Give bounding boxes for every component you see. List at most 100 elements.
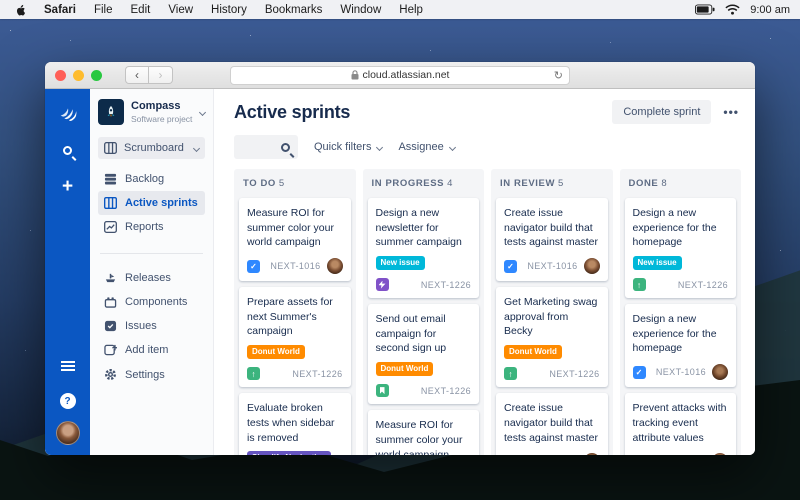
browser-forward-button[interactable]: ›: [149, 66, 173, 84]
add-item-icon: [104, 344, 117, 356]
hamburger-icon[interactable]: [59, 357, 77, 375]
menu-view[interactable]: View: [159, 4, 202, 16]
sidebar-item-label: Reports: [125, 221, 164, 233]
menu-bookmarks[interactable]: Bookmarks: [256, 4, 332, 16]
issue-card[interactable]: Get Marketing swag approval from Becky D…: [496, 287, 608, 388]
reload-icon[interactable]: ↻: [554, 69, 563, 82]
menu-help[interactable]: Help: [390, 4, 432, 16]
issue-label: New issue: [375, 256, 425, 270]
sidebar-item-releases[interactable]: Releases: [98, 266, 205, 290]
more-actions-button[interactable]: •••: [721, 101, 741, 123]
project-sidebar: Compass Software project Scrumboard Back…: [90, 89, 214, 455]
browser-back-button[interactable]: ‹: [125, 66, 149, 84]
create-issue-button[interactable]: +: [59, 177, 77, 196]
issue-card[interactable]: Design a new experience for the homepage…: [624, 198, 736, 299]
column-name: DONE: [628, 178, 659, 189]
issue-title: Get Marketing swag approval from Becky: [504, 296, 598, 338]
project-switcher[interactable]: Compass Software project: [98, 99, 207, 125]
menu-history[interactable]: History: [202, 4, 256, 16]
issue-title: Design a new experience for the homepage: [632, 207, 717, 249]
issue-key: NEXT-1226: [420, 385, 471, 396]
sidebar-item-issues[interactable]: Issues: [98, 314, 205, 338]
column-count: 5: [558, 178, 564, 189]
sidebar-item-reports[interactable]: Reports: [98, 215, 205, 239]
desktop-background: Safari File Edit View History Bookmarks …: [0, 0, 800, 500]
assignee-avatar[interactable]: [583, 258, 600, 275]
column-count: 4: [447, 178, 453, 189]
issue-card[interactable]: Design a new newsletter for summer campa…: [367, 198, 479, 299]
sidebar-item-add-item[interactable]: Add item: [98, 338, 205, 362]
menubar-clock[interactable]: 9:00 am: [750, 4, 790, 16]
issue-card[interactable]: Evaluate broken tests when sidebar is re…: [239, 393, 351, 455]
column-in-review: IN REVIEW 5 Create issue navigator build …: [491, 169, 613, 455]
reports-icon: [104, 221, 117, 233]
stars-decoration: [10, 30, 11, 31]
sidebar-item-backlog[interactable]: Backlog: [98, 167, 205, 191]
issue-card[interactable]: Send out email campaign for second sign …: [367, 304, 479, 405]
issue-label: Simplify Navigation: [247, 451, 332, 455]
battery-icon[interactable]: [695, 4, 715, 15]
apple-icon[interactable]: [14, 3, 27, 17]
jira-app: + ? Compass Software project Scrumboard …: [45, 89, 755, 455]
safari-window: ‹ › cloud.atlassian.net ↻ + ? Compass So…: [45, 62, 755, 455]
column-name: TO DO: [243, 178, 276, 189]
help-icon[interactable]: ?: [59, 393, 76, 409]
issue-title: Design a new newsletter for summer campa…: [375, 207, 462, 249]
issue-key: NEXT-1226: [549, 368, 600, 379]
sidebar-item-active-sprints[interactable]: Active sprints: [98, 191, 205, 215]
issues-icon: [104, 320, 117, 332]
project-type: Software project: [131, 113, 193, 124]
issue-card[interactable]: Prepare assets for next Summer's campaig…: [239, 287, 351, 388]
issue-card[interactable]: Prevent attacks with tracking event attr…: [624, 393, 736, 455]
complete-sprint-button[interactable]: Complete sprint: [612, 100, 712, 124]
menubar-app-name[interactable]: Safari: [35, 4, 85, 16]
issue-card[interactable]: Measure ROI for summer color your world …: [239, 198, 351, 282]
search-icon[interactable]: [59, 141, 77, 159]
assignee-avatar[interactable]: [712, 453, 728, 455]
column-header: DONE 8: [625, 176, 737, 198]
assignee-avatar[interactable]: [712, 364, 728, 381]
column-header: TO DO 5: [239, 176, 351, 198]
column-count: 5: [278, 178, 285, 189]
address-bar[interactable]: cloud.atlassian.net ↻: [230, 65, 570, 85]
issue-card[interactable]: Measure ROI for summer color your world …: [367, 410, 479, 455]
menu-edit[interactable]: Edit: [122, 4, 160, 16]
sidebar-item-settings[interactable]: Settings: [98, 362, 205, 387]
assignee-avatar[interactable]: [326, 258, 343, 275]
column-count: 8: [661, 178, 668, 189]
assignee-avatar[interactable]: [583, 453, 600, 455]
user-avatar[interactable]: [55, 421, 80, 445]
menu-file[interactable]: File: [85, 4, 122, 16]
browser-titlebar[interactable]: ‹ › cloud.atlassian.net ↻: [45, 62, 755, 89]
issue-card[interactable]: Create issue navigator build that tests …: [496, 198, 608, 282]
task-icon: [504, 259, 517, 273]
column-todo: TO DO 5 Measure ROI for summer color your…: [234, 169, 356, 455]
close-window-button[interactable]: [55, 69, 66, 81]
chevron-down-icon: [448, 143, 456, 151]
board-search-input[interactable]: [234, 135, 298, 159]
sidebar-item-label: Backlog: [125, 173, 165, 185]
menu-window[interactable]: Window: [331, 4, 390, 16]
issue-card[interactable]: Create issue navigator build that tests …: [496, 393, 608, 455]
quick-filters-dropdown[interactable]: Quick filters: [314, 141, 384, 153]
zoom-window-button[interactable]: [91, 69, 102, 81]
macos-menubar: Safari File Edit View History Bookmarks …: [0, 0, 800, 19]
issue-title: Measure ROI for summer color your world …: [247, 207, 334, 249]
board-selector[interactable]: Scrumboard: [98, 137, 205, 159]
wifi-icon[interactable]: [725, 4, 740, 15]
epic-icon: [375, 278, 389, 292]
issue-card[interactable]: Design a new experience for the homepage…: [624, 304, 736, 388]
assignee-label: Assignee: [398, 141, 444, 153]
jira-logo-icon[interactable]: [57, 101, 79, 123]
sidebar-item-label: Issues: [125, 320, 157, 332]
assignee-dropdown[interactable]: Assignee: [398, 141, 456, 153]
board-icon: [104, 142, 117, 154]
sidebar-item-label: Active sprints: [125, 197, 198, 209]
global-nav-rail: + ?: [45, 89, 90, 455]
issue-key: NEXT-1226: [677, 279, 728, 290]
sidebar-item-label: Add item: [125, 344, 169, 356]
issue-title: Prepare assets for next Summer's campaig…: [247, 296, 333, 338]
minimize-window-button[interactable]: [73, 69, 84, 81]
issue-label: Donut World: [247, 345, 305, 359]
sidebar-item-components[interactable]: Components: [98, 290, 205, 314]
